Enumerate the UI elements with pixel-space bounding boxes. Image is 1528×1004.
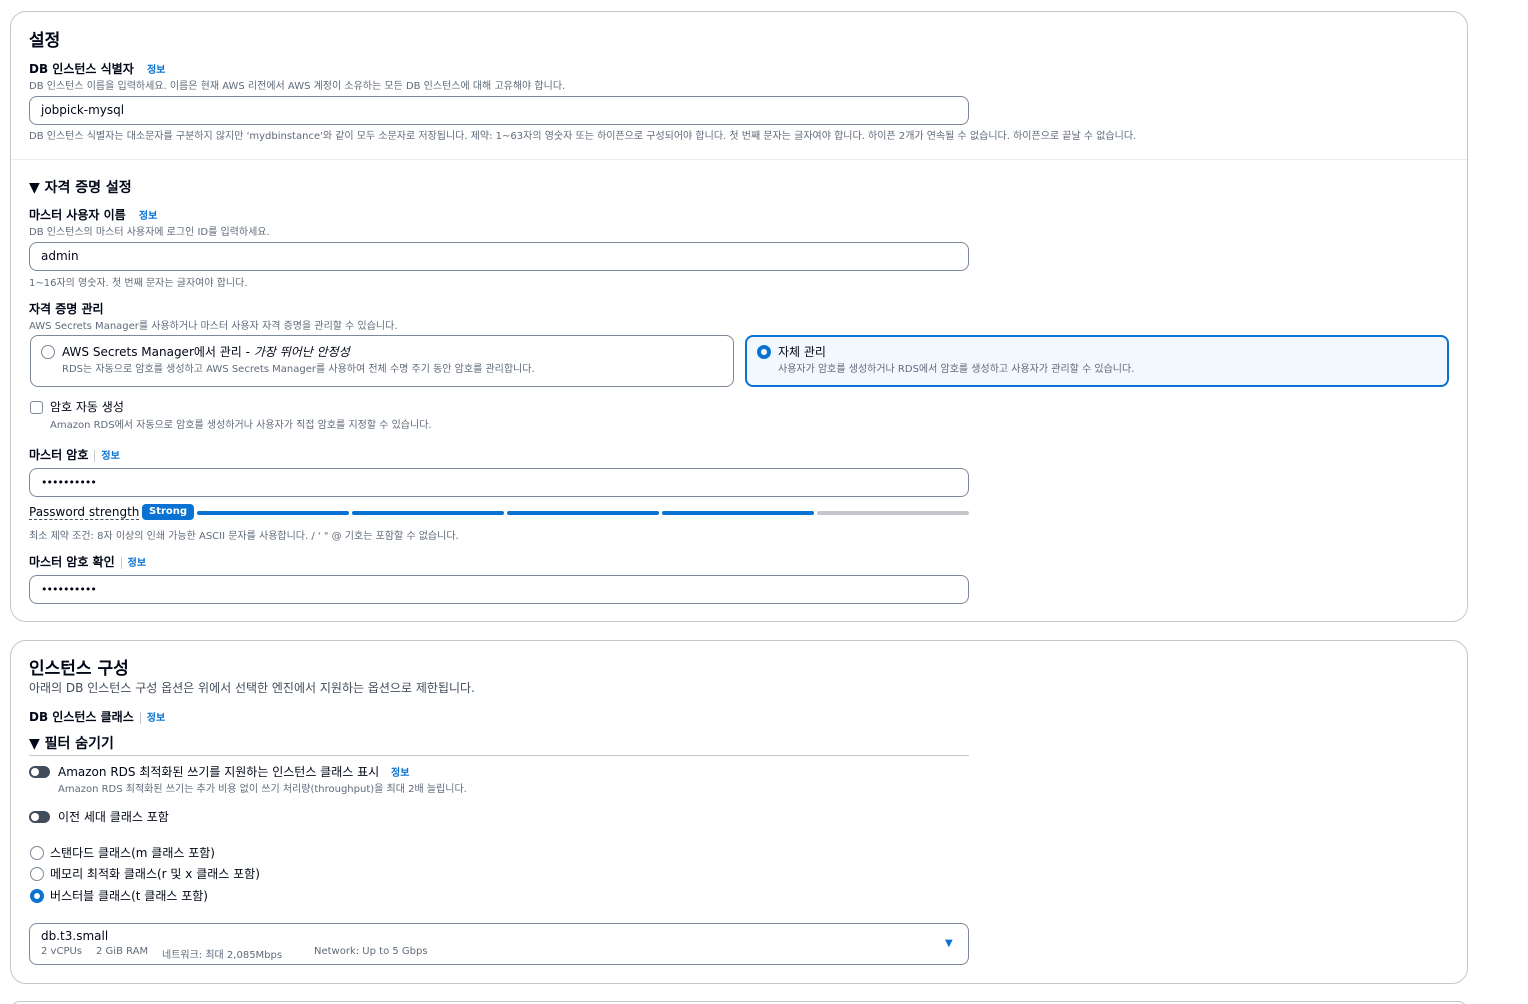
memory-optimized-class-label[interactable]: 메모리 최적화 클래스(r 및 x 클래스 포함) [50, 865, 260, 882]
separator [94, 449, 96, 462]
db-instance-class-label: DB 인스턴스 클래스 정보 [29, 710, 166, 724]
credential-management-description: AWS Secrets Manager를 사용하거나 마스터 사용자 자격 증명… [29, 321, 398, 332]
filter-toggle[interactable]: ▼ 필터 숨기기 [29, 733, 114, 753]
strength-segment [352, 511, 504, 515]
burstable-class-label[interactable]: 버스터블 클래스(t 클래스 포함) [50, 887, 208, 904]
previous-generation-label: 이전 세대 클래스 포함 [58, 810, 169, 824]
strength-segment [197, 511, 349, 515]
password-strength-badge: Strong [142, 504, 195, 520]
option-self-managed[interactable]: 자체 관리 사용자가 암호를 생성하거나 RDS에서 암호를 생성하고 사용자가… [745, 335, 1449, 387]
info-link[interactable]: 정보 [101, 451, 119, 462]
master-password-label: 마스터 암호 정보 [29, 448, 120, 462]
previous-generation-toggle[interactable] [29, 811, 50, 823]
master-username-constraint: 1~16자의 영숫자. 첫 번째 문자는 글자여야 합니다. [29, 278, 248, 289]
confirm-password-input[interactable]: •••••••••• [29, 575, 969, 604]
db-identifier-description: DB 인스턴스 이름을 입력하세요. 이름은 현재 AWS 리전에서 AWS 계… [29, 81, 566, 92]
divider [11, 159, 1467, 160]
master-username-input[interactable]: admin [29, 242, 969, 271]
selected-class-ram: 2 GiB RAM [96, 946, 149, 957]
selected-class-vcpu: 2 vCPUs [41, 946, 83, 957]
option-description: 사용자가 암호를 생성하거나 RDS에서 암호를 생성하고 사용자가 관리할 수… [778, 364, 1135, 375]
auto-generate-description: Amazon RDS에서 자동으로 암호를 생성하거나 사용자가 직접 암호를 … [50, 420, 432, 431]
db-identifier-input[interactable]: jobpick-mysql [29, 96, 969, 125]
radio-standard-class[interactable] [30, 846, 44, 860]
settings-title: 설정 [29, 31, 61, 51]
password-constraint: 최소 제약 조건: 8자 이상의 인쇄 가능한 ASCII 문자를 사용합니다.… [29, 531, 459, 542]
confirm-password-label: 마스터 암호 확인 정보 [29, 555, 147, 569]
db-identifier-constraint: DB 인스턴스 식별자는 대소문자를 구분하지 않지만 'mydbinstanc… [29, 131, 1137, 142]
separator [139, 711, 141, 724]
auto-generate-checkbox[interactable] [30, 401, 43, 414]
radio-memory-optimized-class[interactable] [30, 867, 44, 881]
info-link[interactable]: 정보 [147, 65, 165, 76]
db-identifier-label: DB 인스턴스 식별자 정보 [29, 62, 166, 76]
option-description: RDS는 자동으로 암호를 생성하고 AWS Secrets Manager를 … [62, 364, 535, 375]
instance-title: 인스턴스 구성 [29, 659, 129, 679]
master-password-input[interactable]: •••••••••• [29, 468, 969, 497]
instance-description: 아래의 DB 인스턴스 구성 옵션은 위에서 선택한 엔진에서 지원하는 옵션으… [29, 681, 475, 695]
selected-class-network-kr: 네트워크: 최대 2,085Mbps [162, 950, 283, 961]
strength-segment [662, 511, 814, 515]
credentials-section-toggle[interactable]: ▼ 자격 증명 설정 [29, 177, 132, 197]
master-username-label: 마스터 사용자 이름 정보 [29, 208, 158, 222]
info-link[interactable]: 정보 [391, 768, 409, 779]
info-link[interactable]: 정보 [139, 211, 157, 222]
instance-class-select[interactable]: db.t3.small 2 vCPUs 2 GiB RAM 네트워크: 최대 2… [29, 923, 969, 965]
divider [29, 755, 969, 756]
info-link[interactable]: 정보 [128, 558, 146, 569]
auto-generate-label[interactable]: 암호 자동 생성 [50, 398, 124, 415]
strength-segment [507, 511, 659, 515]
optimized-writes-description: Amazon RDS 최적화된 쓰기는 추가 비용 없이 쓰기 처리량(thro… [58, 784, 467, 795]
selected-class-network: Network: Up to 5 Gbps [314, 946, 428, 957]
credential-management-label: 자격 증명 관리 [29, 302, 104, 316]
optimized-writes-toggle[interactable] [29, 766, 50, 778]
option-secrets-manager[interactable]: AWS Secrets Manager에서 관리 - 가장 뛰어난 안정성 RD… [30, 335, 734, 387]
standard-class-label[interactable]: 스탠다드 클래스(m 클래스 포함) [50, 844, 215, 861]
separator [120, 556, 122, 569]
option-title: AWS Secrets Manager에서 관리 - 가장 뛰어난 안정성 [62, 345, 350, 359]
option-title: 자체 관리 [778, 345, 826, 359]
instance-config-panel: 인스턴스 구성 아래의 DB 인스턴스 구성 옵션은 위에서 선택한 엔진에서 … [10, 640, 1468, 984]
radio-button[interactable] [41, 345, 55, 359]
strength-segment [817, 511, 969, 515]
radio-burstable-class[interactable] [30, 889, 44, 903]
radio-button[interactable] [757, 345, 771, 359]
settings-panel: 설정 DB 인스턴스 식별자 정보 DB 인스턴스 이름을 입력하세요. 이름은… [10, 11, 1468, 622]
selected-class-name: db.t3.small [41, 929, 109, 943]
caret-down-icon: ▼ [945, 938, 953, 949]
info-link[interactable]: 정보 [147, 713, 165, 724]
optimized-writes-label: Amazon RDS 최적화된 쓰기를 지원하는 인스턴스 클래스 표시 정보 [58, 765, 410, 779]
master-username-description: DB 인스턴스의 마스터 사용자에 로그인 ID를 입력하세요. [29, 227, 270, 238]
password-strength-label[interactable]: Password strength [29, 505, 140, 520]
